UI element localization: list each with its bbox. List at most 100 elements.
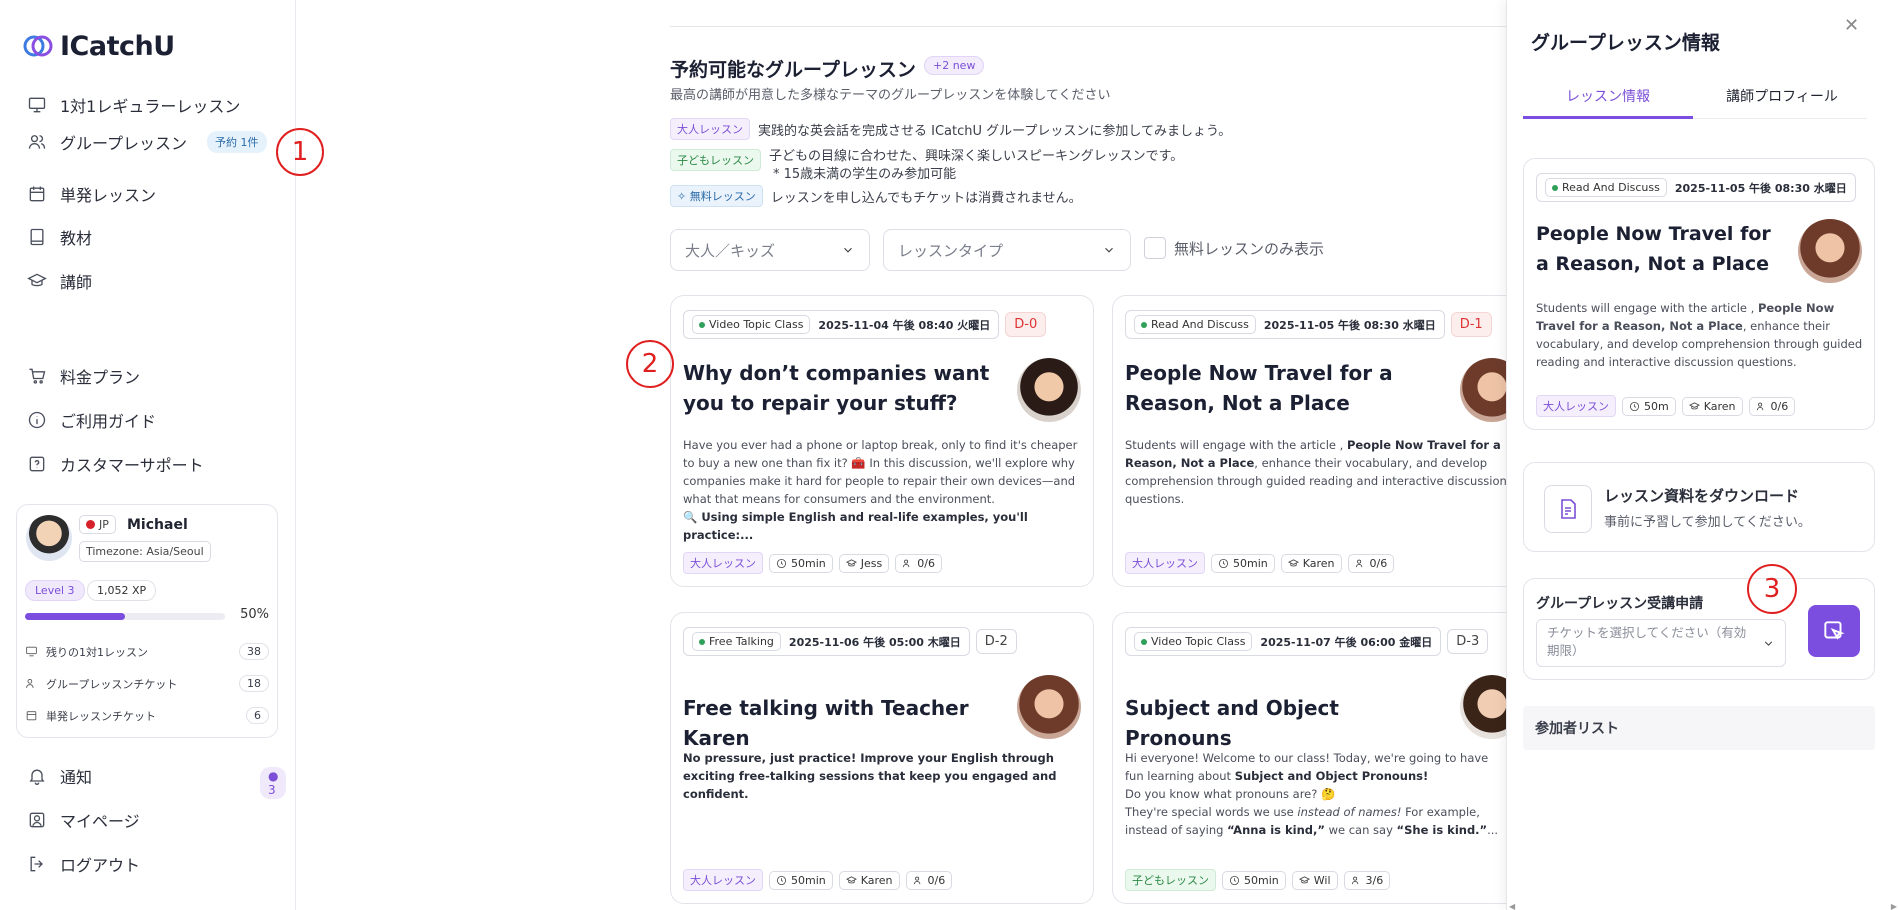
desc-bold-text: Subject and Object Pronouns! [1234,769,1429,783]
free-only-checkbox[interactable] [1144,237,1166,259]
card-header: Read And Discuss 2025-11-05 午後 08:30 水曜日 [1536,173,1856,202]
stat-label: 単発レッスンチケット [46,709,156,723]
timezone-chip: Timezone: Asia/Seoul [79,541,211,562]
lesson-type-dropdown[interactable]: レッスンタイプ [883,229,1131,271]
card-header: Video Topic Class 2025-11-04 午後 08:40 火曜… [683,310,1047,339]
sidebar-item-single-lesson[interactable]: 単発レッスン [26,180,156,208]
sidebar-item-teachers[interactable]: 講師 [26,267,92,295]
divider [670,26,1506,27]
seats-text: 0/6 [917,556,935,570]
logo[interactable]: ICatchU [22,30,175,62]
level-progress-bar [25,613,225,620]
age-filter-dropdown[interactable]: 大人／キッズ [670,229,870,271]
status-dot-icon [699,638,705,645]
sidebar-item-logout[interactable]: ログアウト [26,850,140,878]
lesson-description: No pressure, just practice! Improve your… [683,749,1083,803]
card-header: Read And Discuss 2025-11-05 午後 08:30 水曜日… [1125,310,1492,339]
sidebar-item-label: ご利用ガイド [60,412,157,431]
lesson-type-chip: Free Talking [692,632,781,651]
callout-2: 2 [626,340,674,388]
lesson-card[interactable]: Free Talking 2025-11-06 午後 05:00 木曜日 D-2… [670,612,1094,904]
desc-text: Do you know what pronouns are? 🤔 [1125,787,1336,801]
status-dot-icon [1552,184,1558,191]
adult-tag: 大人レッスン [683,869,763,891]
lesson-card[interactable]: Video Topic Class 2025-11-04 午後 08:40 火曜… [670,295,1094,587]
sidebar-item-materials[interactable]: 教材 [26,223,92,251]
lesson-type: Video Topic Class [1151,635,1246,648]
level-progress-fill [25,613,125,620]
active-tab-indicator [1523,116,1693,119]
seats-chip: 0/6 [1347,553,1395,573]
lesson-description: Students will engage with the article , … [1536,299,1866,371]
users-icon [26,679,34,688]
teacher-chip: Wil [1291,870,1338,890]
download-materials[interactable]: レッスン資料をダウンロード 事前に予習して参加してください。 [1523,462,1875,552]
lesson-meta: Read And Discuss 2025-11-05 午後 08:30 水曜日 [1125,310,1445,339]
card-footer: 子どもレッスン 50min Wil 3/6 [1125,869,1391,891]
lesson-type: Video Topic Class [709,318,804,331]
close-icon[interactable]: ✕ [1844,17,1860,35]
sidebar-item-label: 教材 [60,229,93,248]
clock-icon [1229,875,1240,885]
tab-teacher-profile[interactable]: 講師プロフィール [1697,86,1867,106]
lesson-card[interactable]: Video Topic Class 2025-11-07 午後 06:00 金曜… [1112,612,1506,904]
sidebar-item-regular-lesson[interactable]: 1対1レギュラーレッスン [26,91,240,119]
sidebar-item-mypage[interactable]: マイページ [26,806,140,834]
graduation-cap-icon [1688,401,1700,409]
country-chip: JP [79,515,116,534]
sidebar-item-label: 料金プラン [60,368,141,387]
user-card: JP Michael Timezone: Asia/Seoul Level 3 … [16,504,278,738]
free-only-filter[interactable]: 無料レッスンのみ表示 [1144,237,1324,259]
enroll-button[interactable] [1808,605,1860,657]
avatar [26,515,72,561]
chevron-down-icon [1105,247,1113,253]
dropdown-label: レッスンタイプ [898,241,1004,260]
horizontal-scrollbar[interactable]: ◀ ▶ [1509,902,1897,910]
adult-tag: 大人レッスン [683,552,763,574]
sidebar-item-pricing[interactable]: 料金プラン [26,362,140,390]
ticket-select[interactable]: チケットを選択してください（有効期限） [1536,619,1786,667]
reservation-badge: 予約 1件 [207,131,267,153]
lesson-description: Students will engage with the article , … [1125,436,1506,508]
monitor-icon [26,646,37,657]
sidebar-item-support[interactable]: カスタマーサポート [26,450,204,478]
adult-tag: 大人レッスン [1125,552,1205,574]
lesson-detail-panel: グループレッスン情報 ✕ レッスン情報 講師プロフィール Read And Di… [1506,0,1898,910]
desc-text: Have you ever had a phone or laptop brea… [683,438,1078,506]
sidebar-item-group-lesson[interactable]: グループレッスン 予約 1件 [26,128,267,156]
users-icon [903,559,910,567]
duration-text: 50min [1233,556,1268,570]
graduation-cap-icon [1287,558,1299,566]
dday-badge: D-0 [1005,312,1047,337]
sidebar-item-guide[interactable]: ご利用ガイド [26,406,156,434]
lesson-type-chip: Video Topic Class [692,315,811,334]
clock-icon [776,558,787,568]
tab-lesson-info[interactable]: レッスン情報 [1523,86,1693,106]
sidebar-item-label: グループレッスン [60,134,188,153]
panel-title: グループレッスン情報 [1531,32,1720,54]
dday-badge: D-3 [1447,629,1489,654]
status-dot-icon [699,321,705,328]
card-footer: 大人レッスン 50min Jess 0/6 [683,552,942,574]
scroll-left-icon[interactable]: ◀ [1509,902,1515,910]
participant-list[interactable]: 参加者リスト [1523,706,1875,750]
logo-text: ICatchU [60,30,175,62]
calendar-icon [26,711,37,721]
adult-tag: 大人レッスン [670,118,750,140]
scroll-right-icon[interactable]: ▶ [1891,902,1897,910]
lesson-title: Why don’t companies want you to repair y… [683,361,990,415]
lesson-description: Hi everyone! Welcome to our class! Today… [1125,749,1506,839]
logo-icon [23,35,53,57]
sidebar-item-label: 講師 [60,273,93,292]
lesson-meta: Free Talking 2025-11-06 午後 05:00 木曜日 [683,627,970,656]
sidebar-item-notifications[interactable]: 通知 ● 3 [26,762,287,799]
card-header: Free Talking 2025-11-06 午後 05:00 木曜日 D-2 [683,627,1017,656]
lesson-description: Have you ever had a phone or laptop brea… [683,436,1083,544]
lesson-date: 2025-11-07 午後 06:00 金曜日 [1260,635,1433,649]
download-subtitle: 事前に予習して参加してください。 [1604,515,1811,530]
clock-icon [776,875,787,885]
duration-chip: 50min [1211,553,1275,573]
desc-bold-text: 🔍 Using simple English and real-life exa… [683,510,1028,542]
country-code: JP [99,518,109,531]
lesson-card[interactable]: Read And Discuss 2025-11-05 午後 08:30 水曜日… [1112,295,1506,587]
